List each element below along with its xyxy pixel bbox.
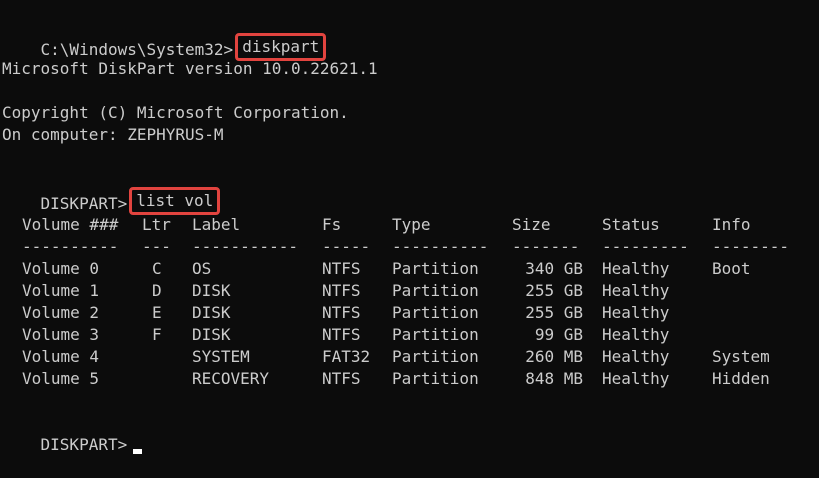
table-header-cell: Fs (322, 215, 342, 234)
table-cell: DISK (192, 303, 231, 322)
table-header-cell: Label (192, 215, 241, 234)
table-header-cell: Status (602, 215, 660, 234)
command-line-2: DISKPART> list vol (2, 168, 221, 215)
computer-name-line: On computer: ZEPHYRUS-M (2, 125, 224, 144)
table-cell: DISK (192, 281, 231, 300)
table-separator: ----------- (192, 237, 298, 256)
table-cell: 255 GB (525, 281, 583, 300)
table-cell: 848 MB (525, 369, 583, 388)
table-cell: D (152, 281, 162, 300)
table-cell: Volume 4 (22, 347, 100, 366)
command-line-1: C:\Windows\System32> diskpart (2, 14, 327, 61)
table-cell: NTFS (322, 325, 361, 344)
table-separator: --------- (602, 237, 689, 256)
table-separator: --- (142, 237, 171, 256)
table-cell: Volume 2 (22, 303, 100, 322)
table-cell: Hidden (712, 369, 770, 388)
table-header-cell: Type (392, 215, 431, 234)
table-separator: ---------- (22, 237, 119, 256)
table-cell: NTFS (322, 369, 361, 388)
diskpart-prompt: DISKPART> (40, 194, 128, 213)
table-cell: NTFS (322, 303, 361, 322)
diskpart-prompt-current: DISKPART> (40, 435, 128, 454)
diskpart-command-highlight: diskpart (235, 33, 327, 61)
table-cell: C (152, 259, 162, 278)
table-header-cell: Ltr (142, 215, 171, 234)
table-cell: Volume 5 (22, 369, 100, 388)
table-cell: OS (192, 259, 212, 278)
table-cell: F (152, 325, 162, 344)
table-cell: Partition (392, 325, 479, 344)
table-cell: NTFS (322, 259, 361, 278)
table-cell: Healthy (602, 259, 670, 278)
list-vol-command-highlight: list vol (129, 187, 221, 215)
table-separator: ---------- (392, 237, 489, 256)
table-header-cell: Info (712, 215, 751, 234)
table-cell: Partition (392, 369, 479, 388)
table-cell: SYSTEM (192, 347, 250, 366)
version-line: Microsoft DiskPart version 10.0.22621.1 (2, 59, 378, 78)
table-cell: Volume 3 (22, 325, 100, 344)
table-cell: E (152, 303, 162, 322)
table-cell: DISK (192, 325, 231, 344)
table-cell: Healthy (602, 325, 670, 344)
table-cell: Healthy (602, 281, 670, 300)
table-cell: Volume 1 (22, 281, 100, 300)
prompt-path: C:\Windows\System32> (40, 40, 234, 59)
table-cell: Partition (392, 259, 479, 278)
table-cell: Healthy (602, 369, 670, 388)
table-cell: 260 MB (525, 347, 583, 366)
table-separator: -------- (712, 237, 790, 256)
table-cell: 99 GB (534, 325, 583, 344)
table-cell: Partition (392, 281, 479, 300)
command-line-3[interactable]: DISKPART> (2, 412, 143, 454)
table-cell: Partition (392, 347, 479, 366)
copyright-line: Copyright (C) Microsoft Corporation. (2, 103, 349, 122)
table-header-cell: Size (512, 215, 551, 234)
table-cell: Healthy (602, 347, 670, 366)
text-cursor (133, 449, 143, 454)
table-cell: Boot (712, 259, 751, 278)
console-window[interactable]: C:\Windows\System32> diskpart Microsoft D… (2, 14, 817, 454)
table-cell: FAT32 (322, 347, 371, 366)
table-cell: Partition (392, 303, 479, 322)
table-cell: Volume 0 (22, 259, 100, 278)
table-cell: System (712, 347, 770, 366)
table-cell: Healthy (602, 303, 670, 322)
table-separator: ----- (322, 237, 371, 256)
table-cell: 255 GB (525, 303, 583, 322)
table-header-cell: Volume ### (22, 215, 119, 234)
table-separator: ------- (512, 237, 580, 256)
table-cell: RECOVERY (192, 369, 270, 388)
table-cell: NTFS (322, 281, 361, 300)
table-cell: 340 GB (525, 259, 583, 278)
